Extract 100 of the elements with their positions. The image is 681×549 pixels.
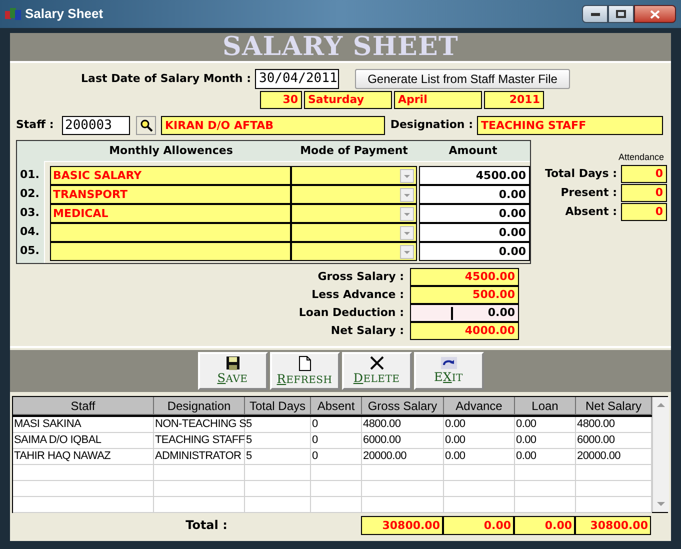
column-header[interactable]: Absent: [311, 397, 362, 415]
allowance-name-field: TRANSPORT: [50, 185, 291, 204]
row-number: 02.: [20, 186, 40, 202]
amount-field[interactable]: 0.00: [419, 223, 530, 242]
search-button[interactable]: [136, 116, 156, 135]
empty-table-cell: [245, 497, 311, 513]
designation-field: TEACHING STAFF: [477, 116, 663, 135]
date-part-field: Saturday: [304, 91, 392, 109]
staff-name-field: KIRAN D/O AFTAB: [161, 116, 385, 135]
table-cell: 0.00: [515, 433, 576, 449]
minimize-button[interactable]: [582, 5, 608, 23]
date-part-field: April: [394, 91, 482, 109]
table-cell: TAHIR HAQ NAWAZ: [13, 449, 154, 465]
delete-button[interactable]: DELETE: [342, 352, 412, 390]
exit-button[interactable]: EXIT: [414, 352, 484, 390]
table-cell: 5: [245, 417, 311, 433]
empty-table-cell: [245, 481, 311, 497]
table-cell: 5: [245, 449, 311, 465]
column-header[interactable]: Advance: [444, 397, 515, 415]
total-field: 500.00: [410, 286, 519, 304]
column-header[interactable]: Net Salary: [576, 397, 652, 415]
attendance-field: 0: [621, 165, 667, 183]
payment-mode-dropdown[interactable]: [291, 166, 417, 185]
field-label: Loan Deduction :: [298, 304, 405, 321]
amount-field[interactable]: 0.00: [419, 204, 530, 223]
column-header[interactable]: Loan: [515, 397, 576, 415]
allowance-name-field: MEDICAL: [50, 204, 291, 223]
row-number: 03.: [20, 205, 40, 221]
column-header[interactable]: Staff: [13, 397, 154, 415]
search-icon: [140, 119, 152, 132]
row-number: 04.: [20, 224, 40, 240]
total-field: 4500.00: [410, 268, 519, 286]
column-header[interactable]: Total Days: [245, 397, 311, 415]
payment-mode-dropdown[interactable]: [291, 204, 417, 223]
empty-table-cell: [311, 497, 362, 513]
empty-table-cell: [444, 465, 515, 481]
field-label: Last Date of Salary Month :: [80, 70, 252, 87]
field-label: Designation :: [389, 117, 474, 134]
field-label: Gross Salary :: [316, 268, 405, 285]
allowance-name-field: BASIC SALARY: [50, 166, 291, 185]
total-field: 30800.00: [361, 516, 443, 534]
date-field[interactable]: 30/04/2011: [255, 69, 339, 89]
table-cell: 0: [311, 433, 362, 449]
field-label: Total Days :: [544, 166, 618, 182]
table-cell: 4800.00: [362, 417, 444, 433]
generate-button[interactable]: Generate List from Staff Master File: [355, 69, 570, 89]
table-cell: NON-TEACHING S: [154, 417, 245, 433]
close-button[interactable]: [634, 5, 676, 23]
attendance-caption: Attendance: [618, 151, 664, 164]
empty-table-cell: [245, 465, 311, 481]
field-label: Staff :: [16, 117, 55, 134]
total-field: 0.00: [514, 516, 575, 534]
table-cell: TEACHING STAFF: [154, 433, 245, 449]
close-icon: [370, 356, 384, 370]
app-icon: [5, 7, 21, 21]
amount-field[interactable]: 0.00: [419, 185, 530, 204]
date-part-field: 2011: [484, 91, 544, 109]
empty-table-cell: [444, 497, 515, 513]
staff-code-field[interactable]: 200003: [62, 116, 130, 135]
save-button[interactable]: SAVE: [198, 352, 268, 390]
empty-table-cell: [515, 497, 576, 513]
refresh-button[interactable]: REFRESH: [270, 352, 340, 390]
close-icon: [650, 10, 660, 18]
field-label: Absent :: [565, 204, 618, 220]
field-label: Net Salary :: [330, 322, 405, 339]
payment-mode-dropdown[interactable]: [291, 242, 417, 261]
row-number: 01.: [20, 167, 40, 183]
header-title: SALARY SHEET: [222, 30, 458, 64]
column-header: Monthly Allowences: [108, 142, 234, 159]
total-field: 0.00: [443, 516, 514, 534]
table-cell: 0.00: [444, 417, 515, 433]
table-cell: 20000.00: [362, 449, 444, 465]
column-header: Mode of Payment: [299, 142, 409, 159]
total-field: 30800.00: [575, 516, 651, 534]
payment-mode-dropdown[interactable]: [291, 185, 417, 204]
column-header[interactable]: Gross Salary: [362, 397, 444, 415]
window-title: Salary Sheet: [25, 5, 104, 24]
total-field: 4000.00: [410, 322, 519, 340]
amount-field[interactable]: 0.00: [419, 242, 530, 261]
table-cell: 0.00: [444, 449, 515, 465]
table-cell: MASI SAKINA: [13, 417, 154, 433]
page-icon: [298, 356, 310, 370]
table-cell: ADMINISTRATOR: [154, 449, 245, 465]
payment-mode-dropdown[interactable]: [291, 223, 417, 242]
empty-table-cell: [444, 481, 515, 497]
field-label: Present :: [560, 184, 618, 201]
amount-field[interactable]: 4500.00: [419, 166, 530, 185]
table-cell: 0.00: [515, 417, 576, 433]
date-part-field: 30: [260, 91, 302, 109]
empty-table-cell: [311, 465, 362, 481]
table-cell: 5: [245, 433, 311, 449]
column-header[interactable]: Designation: [154, 397, 245, 415]
table-cell: 6000.00: [362, 433, 444, 449]
save-icon: [226, 356, 240, 370]
maximize-button[interactable]: [608, 5, 634, 23]
empty-table-cell: [515, 481, 576, 497]
loan-deduction-field[interactable]: 0.00: [410, 304, 519, 322]
table-cell: 0.00: [515, 449, 576, 465]
empty-table-cell: [311, 481, 362, 497]
table-cell: 0.00: [444, 433, 515, 449]
